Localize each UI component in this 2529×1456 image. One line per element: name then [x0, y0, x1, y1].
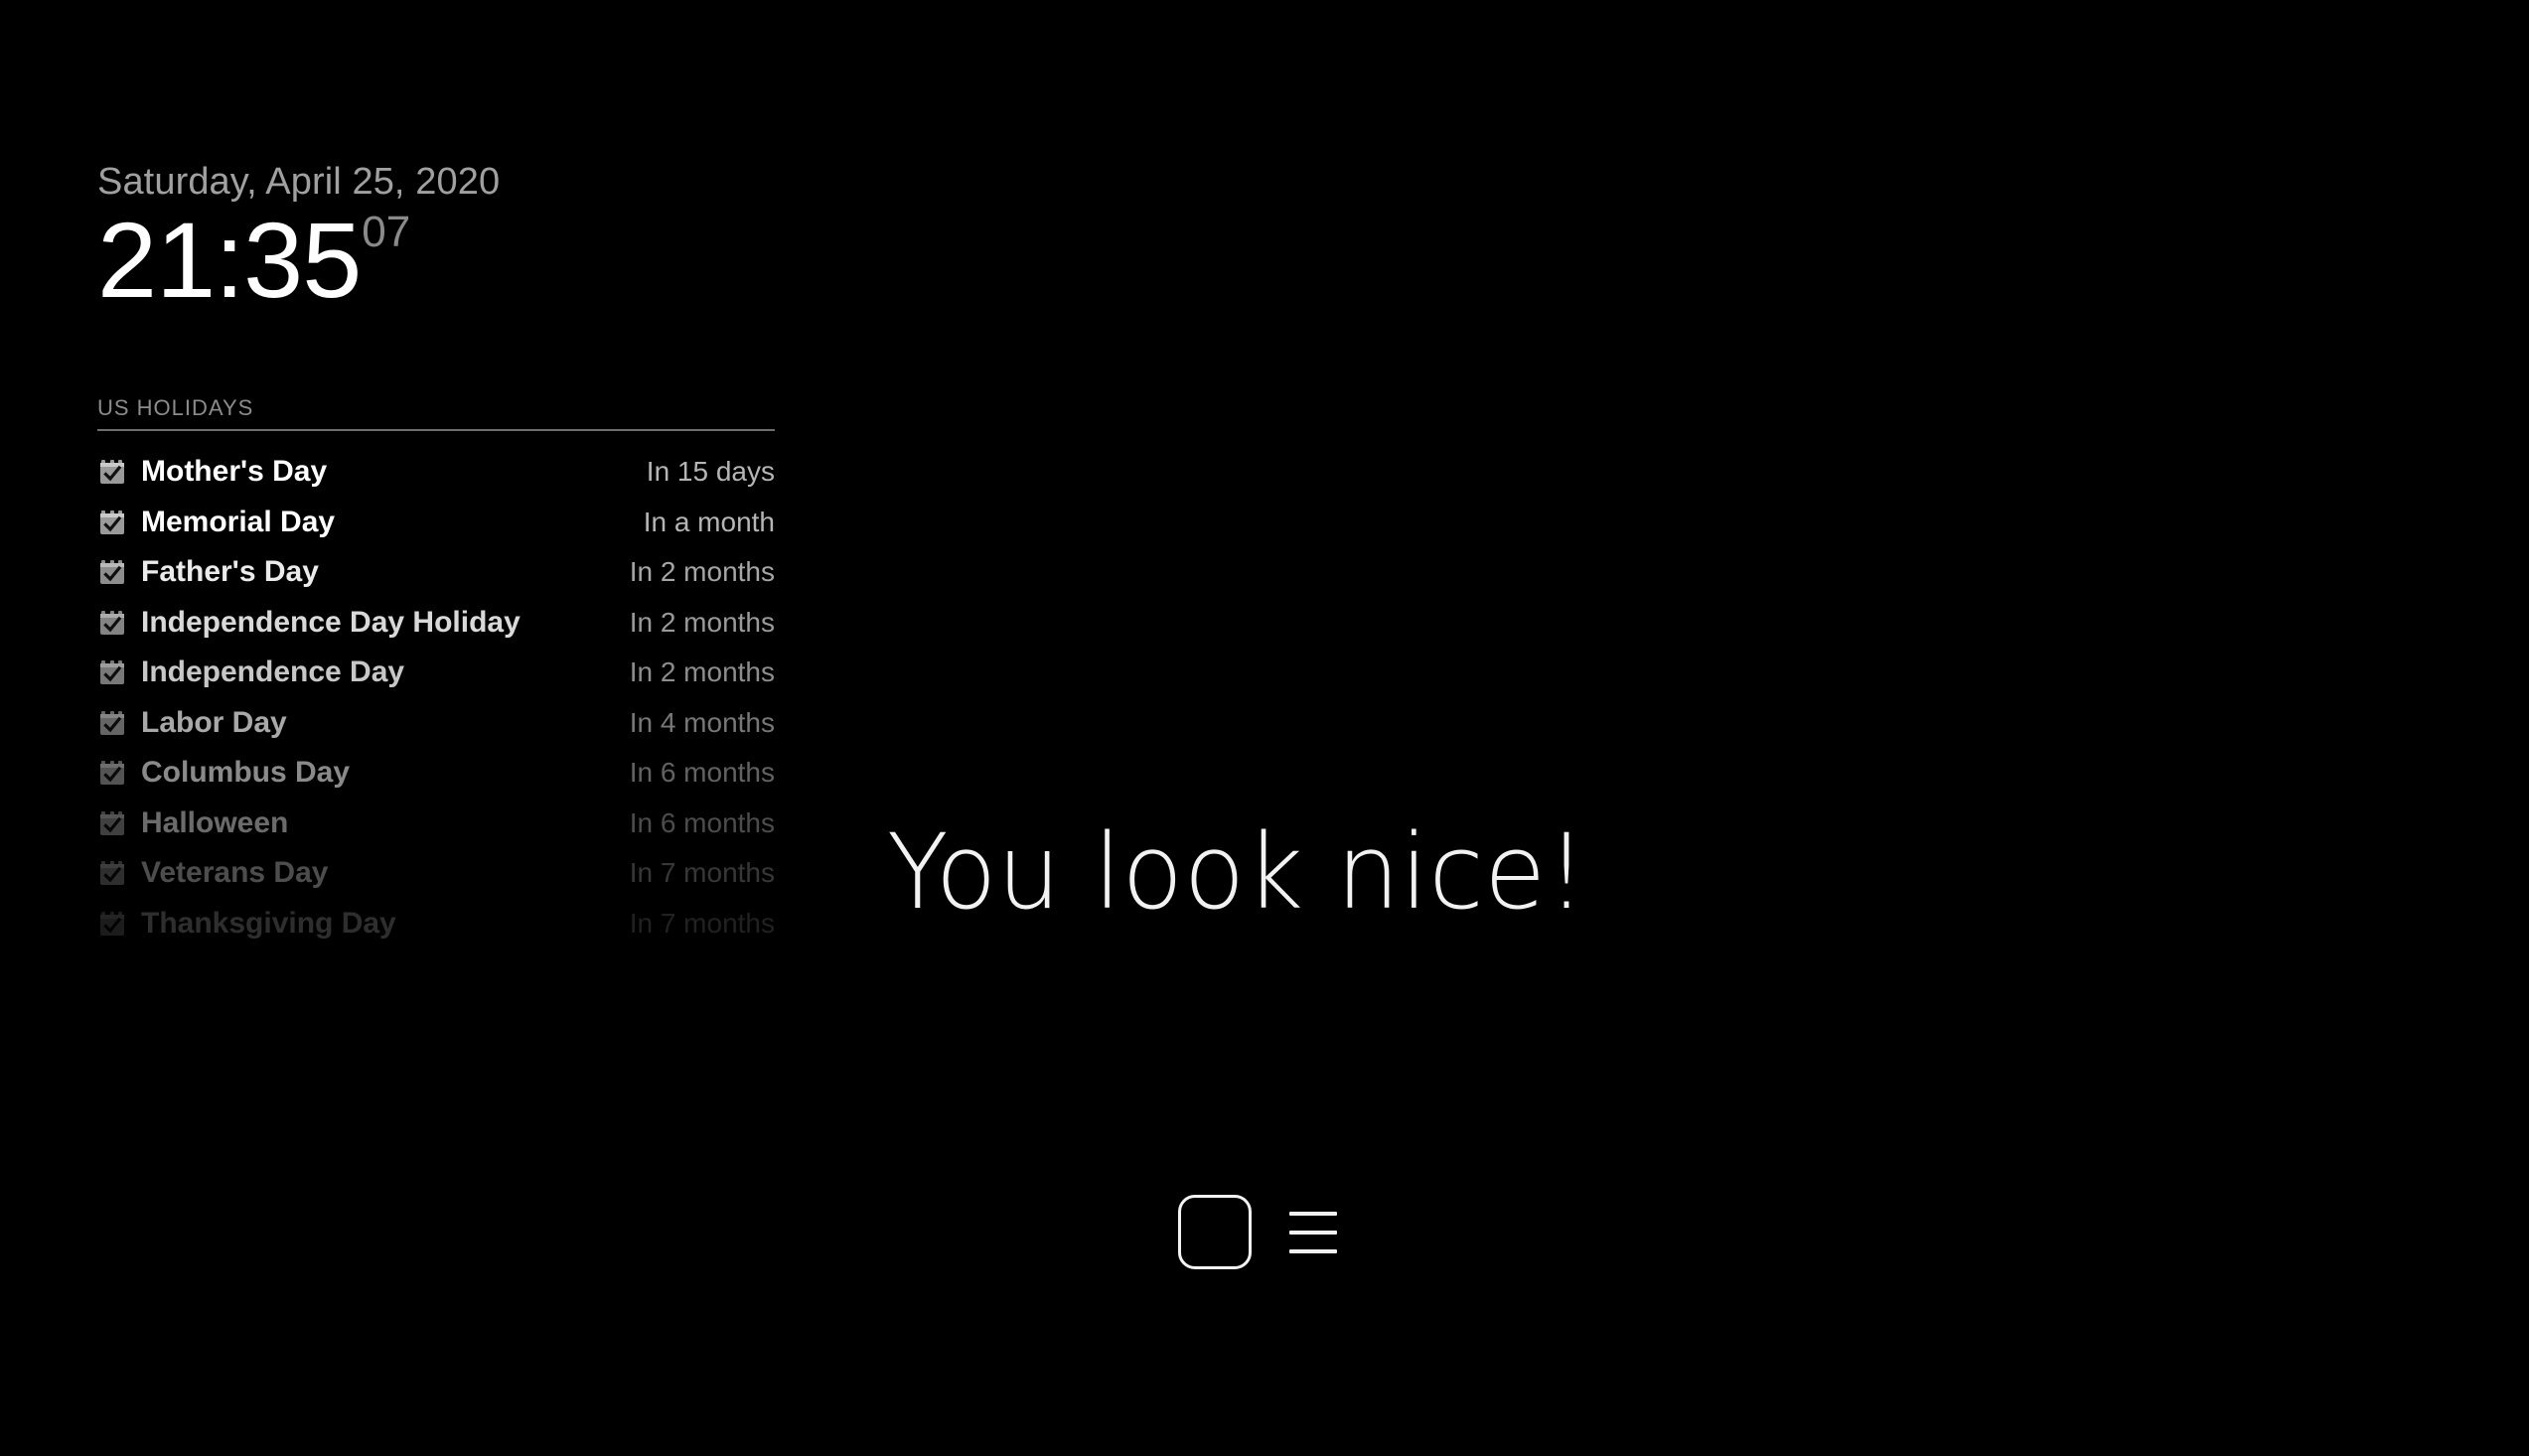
agenda-row[interactable]: Memorial Day In a month [97, 498, 775, 548]
calendar-check-icon [97, 457, 127, 487]
agenda-row[interactable]: Independence Day Holiday In 2 months [97, 598, 775, 649]
agenda-row-label: Memorial Day [141, 505, 336, 538]
calendar-check-icon [97, 808, 127, 838]
calendar-check-icon [97, 508, 127, 537]
calendar-check-icon [97, 557, 127, 587]
agenda-list: Mother's Day In 15 days Memorial Day In a m… [97, 447, 775, 948]
agenda-row-label: Halloween [141, 805, 289, 839]
calendar-check-icon [97, 657, 127, 687]
menu-line-bottom [1289, 1248, 1337, 1253]
agenda-row-label: Independence Day [141, 655, 405, 689]
agenda-row[interactable]: Mother's Day In 15 days [97, 447, 775, 498]
agenda-row-label: Independence Day Holiday [141, 605, 521, 639]
clock-widget: Saturday, April 25, 2020 21:3507 [97, 159, 793, 314]
hamburger-menu-icon[interactable] [1289, 1210, 1337, 1255]
agenda-row-label: Father's Day [141, 555, 319, 589]
agenda-row-relative-time: In 6 months [629, 757, 775, 789]
agenda-row-relative-time: In 2 months [629, 556, 775, 588]
rounded-square-icon[interactable] [1178, 1195, 1252, 1269]
agenda-row[interactable]: Independence Day In 2 months [97, 648, 775, 698]
greeting-message: You look nice! [887, 811, 1587, 933]
agenda-row[interactable]: Veterans Day In 7 months [97, 848, 775, 899]
agenda-row-relative-time: In 2 months [629, 606, 775, 638]
menu-line-middle [1289, 1230, 1337, 1235]
calendar-check-icon [97, 608, 127, 638]
agenda-row-relative-time: In 2 months [629, 656, 775, 688]
agenda-row-label: Thanksgiving Day [141, 906, 396, 940]
calendar-check-icon [97, 909, 127, 939]
agenda-row[interactable]: Thanksgiving Day In 7 months [97, 899, 775, 949]
current-date: Saturday, April 25, 2020 [97, 161, 501, 203]
agenda-row[interactable]: Father's Day In 2 months [97, 547, 775, 598]
agenda-row-label: Veterans Day [141, 856, 329, 890]
calendar-check-icon [97, 858, 127, 888]
agenda-row-label: Mother's Day [141, 455, 328, 489]
agenda-row[interactable]: Columbus Day In 6 months [97, 748, 775, 799]
bottom-navbar [1178, 1195, 1337, 1269]
time-seconds: 07 [362, 208, 411, 256]
agenda-row[interactable]: Halloween In 6 months [97, 799, 775, 849]
current-time: 21:3507 [97, 207, 793, 314]
calendar-check-icon [97, 708, 127, 738]
agenda-row-relative-time: In a month [643, 506, 775, 537]
agenda-row-label: Labor Day [141, 705, 287, 739]
menu-line-top [1289, 1211, 1337, 1216]
lock-screen: Saturday, April 25, 2020 21:3507 US Holi… [0, 0, 2529, 1456]
calendar-check-icon [97, 758, 127, 788]
agenda-title: US Holidays [97, 395, 254, 420]
agenda-row-relative-time: In 7 months [629, 907, 775, 939]
agenda-row-relative-time: In 7 months [629, 857, 775, 889]
agenda-divider [97, 429, 775, 431]
agenda-row[interactable]: Labor Day In 4 months [97, 698, 775, 749]
agenda-row-relative-time: In 15 days [646, 456, 775, 488]
time-hours-minutes: 21:35 [97, 200, 362, 320]
agenda-row-label: Columbus Day [141, 756, 351, 790]
agenda-row-relative-time: In 6 months [629, 806, 775, 838]
agenda-widget: US Holidays Mother's Day In 15 days Memori… [97, 395, 775, 948]
agenda-row-relative-time: In 4 months [629, 706, 775, 738]
